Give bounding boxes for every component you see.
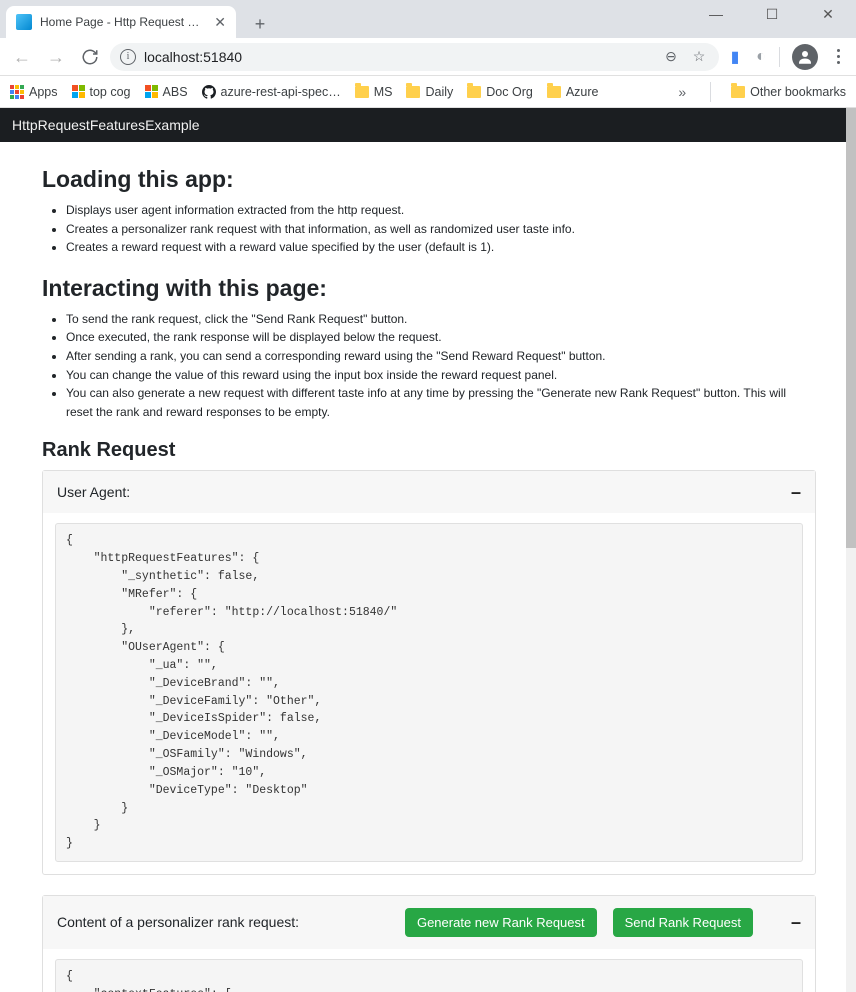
apps-grid-icon xyxy=(10,85,24,99)
send-rank-button[interactable]: Send Rank Request xyxy=(613,908,753,937)
panel-header[interactable]: User Agent: – xyxy=(43,471,815,513)
bookmark-abs[interactable]: ABS xyxy=(145,85,188,99)
bm-label: Azure xyxy=(566,85,599,99)
app-navbar: HttpRequestFeaturesExample xyxy=(0,108,846,142)
collapse-icon[interactable]: – xyxy=(791,913,801,931)
loading-list: Displays user agent information extracte… xyxy=(42,201,816,257)
back-button[interactable]: ← xyxy=(8,43,36,71)
bookmark-azure-api[interactable]: azure-rest-api-spec… xyxy=(202,85,341,99)
bookmark-ms[interactable]: MS xyxy=(355,85,393,99)
bookmarks-overflow-icon[interactable]: » xyxy=(674,84,690,100)
interact-list: To send the rank request, click the "Sen… xyxy=(42,310,816,422)
new-tab-button[interactable]: + xyxy=(246,10,274,38)
folder-icon xyxy=(731,86,745,98)
ms-logo-icon xyxy=(145,85,158,98)
browser-tab[interactable]: Home Page - Http Request Featu ✕ xyxy=(6,6,236,38)
window-controls: — ☐ ✕ xyxy=(706,0,856,30)
panel-rank-request: Content of a personalizer rank request: … xyxy=(42,895,816,992)
bm-label: ABS xyxy=(163,85,188,99)
bm-label: azure-rest-api-spec… xyxy=(221,85,341,99)
apps-shortcut[interactable]: Apps xyxy=(10,85,58,99)
list-item: After sending a rank, you can send a cor… xyxy=(66,347,816,366)
code-block-rank-request: { "contextFeatures": [ { "time": "night"… xyxy=(55,959,803,992)
bookmarks-bar: Apps top cog ABS azure-rest-api-spec… MS… xyxy=(0,76,856,108)
list-item: Once executed, the rank response will be… xyxy=(66,328,816,347)
separator xyxy=(779,47,780,67)
address-bar[interactable]: i localhost:51840 ⊖ ☆ xyxy=(110,43,719,71)
chrome-menu-icon[interactable] xyxy=(828,49,848,64)
folder-icon xyxy=(406,86,420,98)
separator xyxy=(710,82,711,102)
extension2-icon[interactable]: ◐ xyxy=(751,48,771,66)
bm-label: Other bookmarks xyxy=(750,85,846,99)
folder-icon xyxy=(467,86,481,98)
list-item: You can change the value of this reward … xyxy=(66,366,816,385)
page-content: Loading this app: Displays user agent in… xyxy=(0,142,846,992)
window-close-icon[interactable]: ✕ xyxy=(818,6,838,30)
favicon-icon xyxy=(16,14,32,30)
panel-user-agent: User Agent: – { "httpRequestFeatures": {… xyxy=(42,470,816,875)
scrollbar-thumb[interactable] xyxy=(846,108,856,548)
list-item: Displays user agent information extracte… xyxy=(66,201,816,220)
heading-rank-request: Rank Request xyxy=(42,439,816,462)
bookmark-topcog[interactable]: top cog xyxy=(72,85,131,99)
tab-close-icon[interactable]: ✕ xyxy=(214,14,226,31)
list-item: You can also generate a new request with… xyxy=(66,384,816,421)
zoom-icon[interactable]: ⊖ xyxy=(661,48,681,65)
star-icon[interactable]: ☆ xyxy=(689,48,709,65)
github-icon xyxy=(202,85,216,99)
bm-label: Apps xyxy=(29,85,58,99)
folder-icon xyxy=(355,86,369,98)
window-maximize-icon[interactable]: ☐ xyxy=(762,6,782,30)
url-text: localhost:51840 xyxy=(144,49,653,65)
app-brand[interactable]: HttpRequestFeaturesExample xyxy=(12,117,200,133)
bm-label: MS xyxy=(374,85,393,99)
panel-header: Content of a personalizer rank request: … xyxy=(43,896,815,949)
panel-title: User Agent: xyxy=(57,484,130,500)
other-bookmarks[interactable]: Other bookmarks xyxy=(731,85,846,99)
collapse-icon[interactable]: – xyxy=(791,483,801,501)
bookmark-docorg[interactable]: Doc Org xyxy=(467,85,533,99)
panel-body: { "httpRequestFeatures": { "_synthetic":… xyxy=(43,513,815,874)
bm-label: Doc Org xyxy=(486,85,533,99)
list-item: To send the rank request, click the "Sen… xyxy=(66,310,816,329)
profile-avatar[interactable] xyxy=(792,44,818,70)
bm-label: Daily xyxy=(425,85,453,99)
window-minimize-icon[interactable]: — xyxy=(706,6,726,30)
tab-title: Home Page - Http Request Featu xyxy=(40,15,206,29)
generate-rank-button[interactable]: Generate new Rank Request xyxy=(405,908,597,937)
page-viewport: HttpRequestFeaturesExample Loading this … xyxy=(0,108,846,992)
bookmark-azure[interactable]: Azure xyxy=(547,85,599,99)
list-item: Creates a reward request with a reward v… xyxy=(66,238,816,257)
ms-logo-icon xyxy=(72,85,85,98)
reload-button[interactable] xyxy=(76,43,104,71)
heading-loading: Loading this app: xyxy=(42,166,816,193)
panel-body: { "contextFeatures": [ { "time": "night"… xyxy=(43,949,815,992)
browser-toolbar: ← → i localhost:51840 ⊖ ☆ ▮ ◐ xyxy=(0,38,856,76)
code-block-user-agent: { "httpRequestFeatures": { "_synthetic":… xyxy=(55,523,803,862)
list-item: Creates a personalizer rank request with… xyxy=(66,220,816,239)
extension-icon[interactable]: ▮ xyxy=(725,47,745,67)
vertical-scrollbar[interactable] xyxy=(846,108,856,992)
bookmark-daily[interactable]: Daily xyxy=(406,85,453,99)
heading-interact: Interacting with this page: xyxy=(42,275,816,302)
panel-title: Content of a personalizer rank request: xyxy=(57,914,299,930)
forward-button[interactable]: → xyxy=(42,43,70,71)
folder-icon xyxy=(547,86,561,98)
site-info-icon[interactable]: i xyxy=(120,49,136,65)
bm-label: top cog xyxy=(90,85,131,99)
